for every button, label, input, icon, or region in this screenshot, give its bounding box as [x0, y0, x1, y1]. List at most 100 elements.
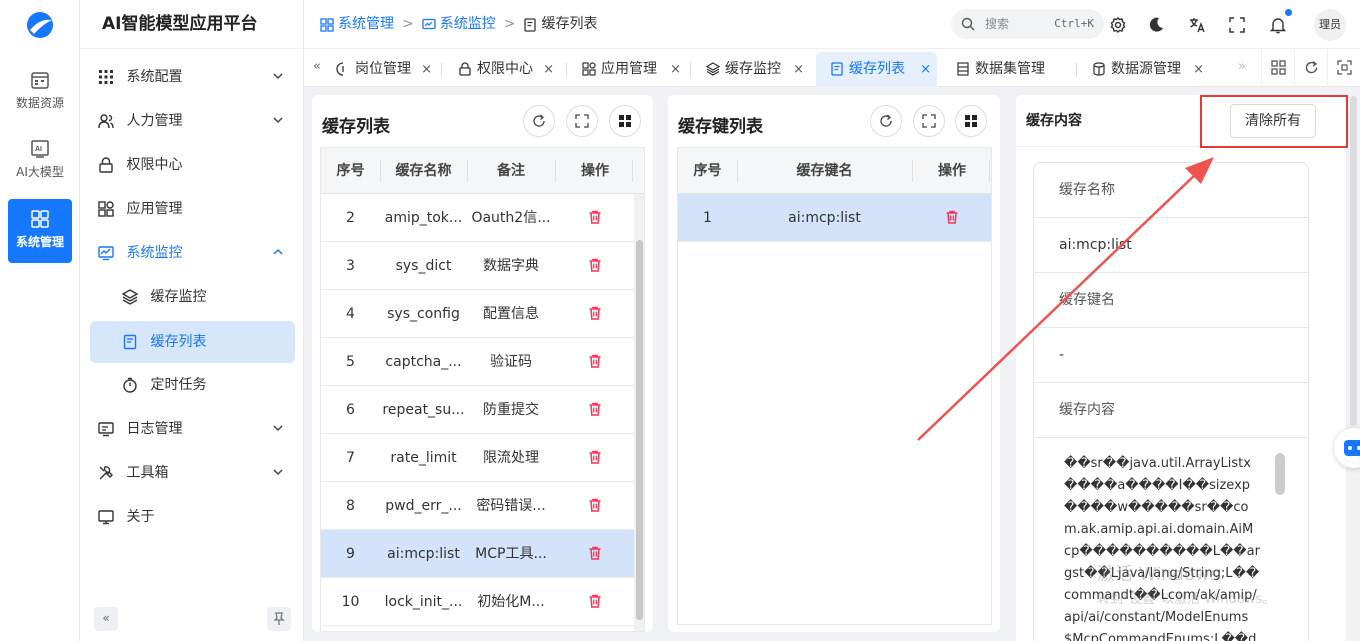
table-row[interactable]: 2 amip_tok... Oauth2信... [321, 194, 636, 242]
menu-item-toolbox[interactable]: 工具箱 [90, 452, 295, 494]
table-row[interactable]: 8 pwd_err_... 密码错误... [321, 482, 636, 530]
tools-icon [99, 466, 113, 480]
tab-close-icon[interactable]: × [920, 52, 931, 87]
tab-close-icon[interactable]: × [793, 52, 804, 87]
pin-menu-button[interactable] [267, 607, 291, 631]
tab-dataset-management[interactable]: 数据集管理 [948, 52, 1074, 87]
app-blocks-icon [98, 201, 114, 217]
search-shortcut: Ctrl+K [1054, 17, 1094, 30]
delete-icon[interactable] [587, 545, 603, 561]
tabs-next-button[interactable]: » [1238, 59, 1246, 74]
layers-icon [122, 289, 138, 305]
grid-settings-icon [965, 115, 977, 127]
tab-separator [441, 63, 442, 77]
tab-label: 数据源管理 [1111, 61, 1181, 77]
refresh-button[interactable] [523, 105, 555, 137]
menu-item-about[interactable]: 关于 [90, 496, 295, 538]
menu-item-cache-monitor[interactable]: 缓存监控 [90, 276, 295, 318]
tab-maximize-button[interactable] [1327, 49, 1360, 87]
delete-icon[interactable] [944, 209, 960, 225]
breadcrumb-link-system-management[interactable]: 系统管理 [338, 16, 394, 32]
column-settings-button[interactable] [609, 105, 641, 137]
tab-refresh-button[interactable] [1294, 49, 1327, 87]
global-search[interactable]: 搜索 Ctrl+K [951, 9, 1104, 39]
menu-item-cache-list[interactable]: 缓存列表 [90, 321, 295, 363]
table-row[interactable]: 9 ai:mcp:list MCP工具... [321, 530, 636, 578]
cell-cache-name: pwd_err_... [385, 498, 462, 514]
table-row[interactable]: 6 repeat_su... 防重提交 [321, 386, 636, 434]
delete-icon[interactable] [587, 353, 603, 369]
menu-item-scheduled-tasks[interactable]: 定时任务 [90, 364, 295, 406]
layers-icon [706, 62, 720, 76]
collapse-menu-button[interactable]: « [94, 607, 118, 631]
moon-icon[interactable] [1147, 16, 1165, 34]
tabs-prev-button[interactable]: « [313, 59, 321, 74]
rail-item-data-resources[interactable]: 数据资源 [8, 60, 72, 124]
rail-item-system-management[interactable]: 系统管理 [8, 199, 72, 263]
tab-separator [566, 63, 567, 77]
bell-icon[interactable] [1269, 16, 1287, 34]
cell-remark: Oauth2信... [471, 210, 551, 226]
scrollbar-thumb[interactable] [636, 240, 643, 620]
fullscreen-icon[interactable] [1228, 16, 1246, 34]
textarea-scrollbar-thumb[interactable] [1275, 453, 1285, 495]
delete-icon[interactable] [587, 497, 603, 513]
tab-datasource-management[interactable]: 数据源管理 × [1084, 52, 1210, 87]
tab-close-icon[interactable]: × [421, 52, 432, 87]
menu-item-label: 人力管理 [126, 113, 183, 129]
menu-item-system-monitor[interactable]: 系统监控 [90, 232, 295, 274]
search-icon [961, 17, 975, 31]
menu-item-system-config[interactable]: 系统配置 [90, 56, 295, 98]
breadcrumb-current: 缓存列表 [541, 16, 598, 32]
app-logo-icon [27, 12, 53, 38]
gear-icon[interactable] [1109, 16, 1127, 34]
cell-no: 5 [346, 354, 355, 370]
menu-item-hr[interactable]: 人力管理 [90, 100, 295, 142]
tab-cache-list[interactable]: 缓存列表 × [816, 52, 937, 87]
table-row[interactable]: 4 sys_config 配置信息 [321, 290, 636, 338]
table-row[interactable]: 1 ai:mcp:list [678, 194, 991, 242]
table-scrollbar[interactable] [634, 194, 644, 631]
refresh-button[interactable] [870, 105, 902, 137]
menu-footer: « [90, 607, 295, 633]
menu-item-label: 定时任务 [150, 377, 207, 393]
table-row[interactable]: 3 sys_dict 数据字典 [321, 242, 636, 290]
menu-item-app-management[interactable]: 应用管理 [90, 188, 295, 230]
table-row[interactable]: 5 captcha_... 验证码 [321, 338, 636, 386]
tab-close-icon[interactable]: × [543, 52, 554, 87]
tab-overview-button[interactable] [1261, 49, 1294, 87]
translate-icon[interactable] [1188, 16, 1206, 34]
page-scrollbar-thumb[interactable] [1350, 96, 1357, 426]
delete-icon[interactable] [587, 257, 603, 273]
breadcrumb-link-system-monitor[interactable]: 系统监控 [440, 16, 496, 32]
column-settings-button[interactable] [955, 105, 987, 137]
table-row[interactable]: 10 lock_init_... 初始化M... [321, 578, 636, 626]
menu-item-permission-center[interactable]: 权限中心 [90, 144, 295, 186]
assistant-float-button[interactable] [1334, 428, 1360, 468]
tab-close-icon[interactable]: × [1193, 52, 1204, 87]
menu-item-log-management[interactable]: 日志管理 [90, 408, 295, 450]
table-row[interactable]: 7 rate_limit 限流处理 [321, 434, 636, 482]
cache-content-textarea[interactable]: ��sr��java.util.ArrayListx����a����I��si… [1064, 453, 1260, 641]
header-divider [989, 160, 990, 182]
rail-item-ai-models[interactable]: AI AI大模型 [8, 129, 72, 193]
delete-icon[interactable] [587, 593, 603, 609]
windows-watermark-sub: 转到"设置"以激活 Windows。 [1097, 592, 1276, 607]
avatar[interactable]: 理员 [1314, 9, 1346, 41]
tab-close-icon[interactable]: × [670, 52, 681, 87]
delete-icon[interactable] [587, 449, 603, 465]
fullscreen-button[interactable] [566, 105, 598, 137]
dataset-icon [957, 62, 969, 76]
breadcrumb: 系统管理 > 系统监控 > 缓存列表 [320, 0, 597, 49]
tab-cache-monitor[interactable]: 缓存监控 × [698, 52, 810, 87]
tab-permission-center[interactable]: 权限中心 × [450, 52, 560, 87]
cell-remark: 防重提交 [483, 402, 539, 418]
delete-icon[interactable] [587, 305, 603, 321]
cell-cache-name: amip_tok... [384, 210, 463, 226]
delete-icon[interactable] [587, 209, 603, 225]
delete-icon[interactable] [587, 401, 603, 417]
tab-app-management[interactable]: 应用管理 × [574, 52, 687, 87]
windows-watermark: 激活 Windows [1097, 564, 1220, 585]
fullscreen-button[interactable] [913, 105, 945, 137]
tab-post-management[interactable]: 岗位管理 × [334, 52, 438, 87]
